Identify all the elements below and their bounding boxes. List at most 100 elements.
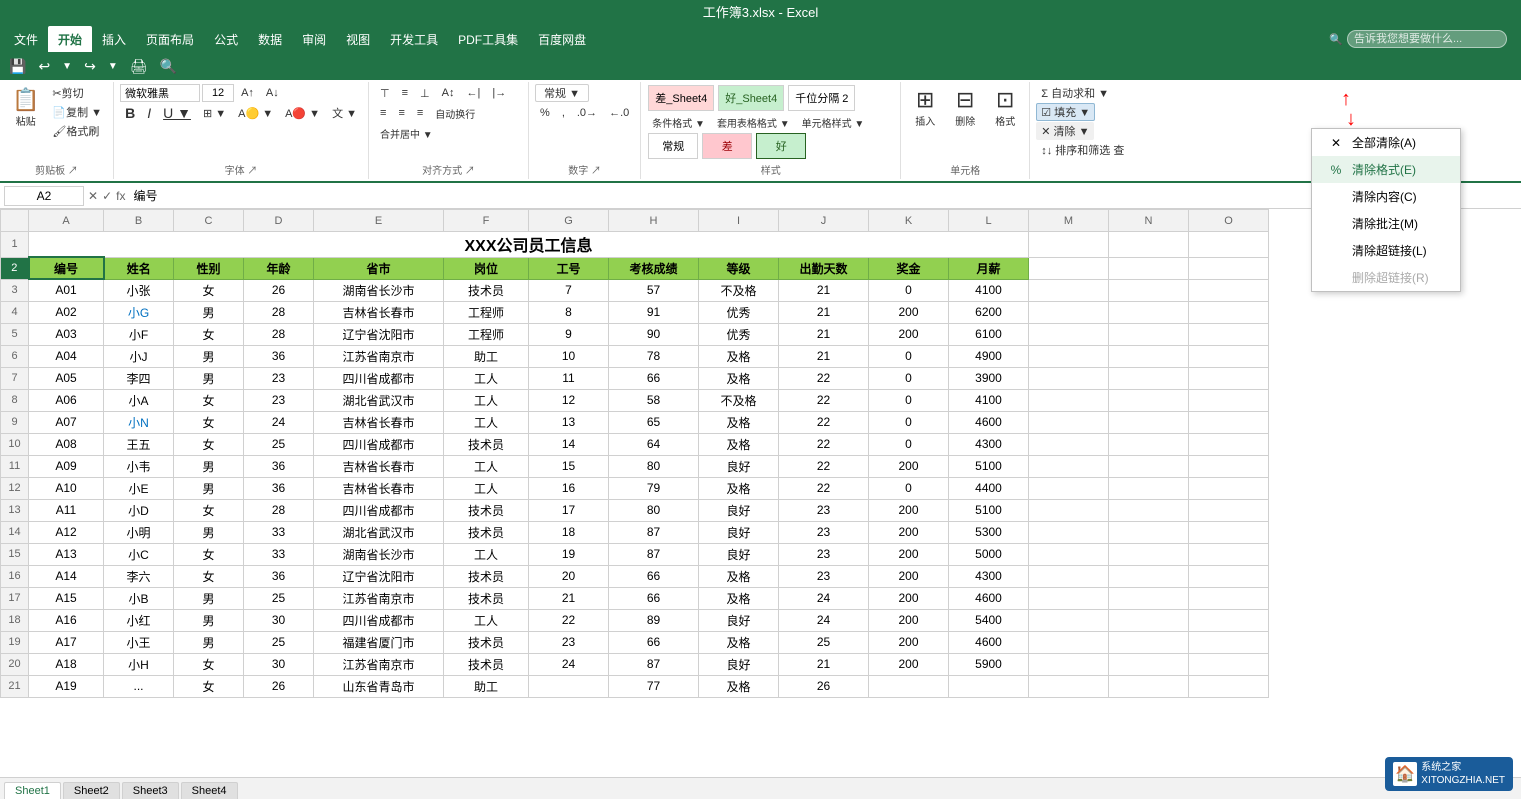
- table-cell[interactable]: 技术员: [444, 653, 529, 675]
- table-cell[interactable]: 4600: [949, 411, 1029, 433]
- table-cell[interactable]: 吉林省长春市: [314, 301, 444, 323]
- table-cell[interactable]: 77: [609, 675, 699, 697]
- print-preview-button[interactable]: 🖨: [125, 55, 153, 78]
- table-cell[interactable]: 5100: [949, 455, 1029, 477]
- table-cell[interactable]: A19: [29, 675, 104, 697]
- table-cell[interactable]: 及格: [699, 477, 779, 499]
- table-cell[interactable]: 良好: [699, 521, 779, 543]
- table-cell[interactable]: 6100: [949, 323, 1029, 345]
- table-cell[interactable]: 4300: [949, 433, 1029, 455]
- table-cell[interactable]: 65: [609, 411, 699, 433]
- font-name-input[interactable]: [120, 84, 200, 102]
- table-cell[interactable]: 87: [609, 653, 699, 675]
- table-cell[interactable]: 23: [779, 499, 869, 521]
- table-cell[interactable]: [869, 675, 949, 697]
- table-cell[interactable]: 良好: [699, 543, 779, 565]
- table-cell[interactable]: 湖北省武汉市: [314, 521, 444, 543]
- cut-button[interactable]: ✂ 剪切: [47, 84, 107, 102]
- table-cell[interactable]: 女: [174, 653, 244, 675]
- table-cell[interactable]: 女: [174, 543, 244, 565]
- table-cell[interactable]: 22: [779, 367, 869, 389]
- table-cell[interactable]: 优秀: [699, 323, 779, 345]
- table-cell[interactable]: 12: [529, 389, 609, 411]
- table-cell[interactable]: 24: [779, 609, 869, 631]
- table-cell[interactable]: 男: [174, 367, 244, 389]
- table-cell[interactable]: 22: [779, 411, 869, 433]
- table-cell[interactable]: 0: [869, 433, 949, 455]
- table-cell[interactable]: A15: [29, 587, 104, 609]
- tab-formula[interactable]: 公式: [204, 26, 248, 52]
- font-color-button[interactable]: A🔴 ▼: [280, 104, 325, 122]
- table-cell[interactable]: 湖南省长沙市: [314, 279, 444, 301]
- table-cell[interactable]: 15: [529, 455, 609, 477]
- table-cell[interactable]: 8: [529, 301, 609, 323]
- tab-developer[interactable]: 开发工具: [380, 26, 448, 52]
- clear-comments-menu-item[interactable]: 清除批注(M): [1312, 210, 1460, 237]
- fill-color-button[interactable]: A🟡 ▼: [233, 104, 278, 122]
- table-cell[interactable]: 女: [174, 565, 244, 587]
- table-cell[interactable]: 21: [529, 587, 609, 609]
- table-cell[interactable]: A02: [29, 301, 104, 323]
- table-cell[interactable]: 22: [779, 477, 869, 499]
- table-cell[interactable]: 5400: [949, 609, 1029, 631]
- header-cell-gender[interactable]: 性别: [174, 257, 244, 279]
- table-cell[interactable]: 良好: [699, 499, 779, 521]
- redo-dropdown[interactable]: ▼: [103, 58, 123, 75]
- table-cell[interactable]: 66: [609, 565, 699, 587]
- table-cell[interactable]: 小王: [104, 631, 174, 653]
- table-cell[interactable]: 四川省成都市: [314, 499, 444, 521]
- table-cell[interactable]: 4600: [949, 631, 1029, 653]
- underline-button[interactable]: U ▼: [158, 104, 196, 122]
- table-cell[interactable]: 良好: [699, 653, 779, 675]
- table-cell[interactable]: 28: [244, 323, 314, 345]
- table-cell[interactable]: 王五: [104, 433, 174, 455]
- align-left-button[interactable]: ≡: [375, 104, 391, 122]
- table-cell[interactable]: 吉林省长春市: [314, 477, 444, 499]
- table-cell[interactable]: 4400: [949, 477, 1029, 499]
- table-cell[interactable]: 江苏省南京市: [314, 345, 444, 367]
- table-cell[interactable]: 小红: [104, 609, 174, 631]
- percent-button[interactable]: %: [535, 104, 555, 122]
- table-cell[interactable]: 男: [174, 587, 244, 609]
- header-cell-salary[interactable]: 月薪: [949, 257, 1029, 279]
- table-cell[interactable]: 78: [609, 345, 699, 367]
- table-cell[interactable]: 25: [244, 631, 314, 653]
- table-cell[interactable]: A05: [29, 367, 104, 389]
- table-cell[interactable]: 男: [174, 455, 244, 477]
- table-cell[interactable]: 良好: [699, 609, 779, 631]
- table-cell[interactable]: 9: [529, 323, 609, 345]
- style-bad[interactable]: 差: [702, 133, 752, 159]
- table-cell[interactable]: 16: [529, 477, 609, 499]
- sort-filter-button[interactable]: ↕↓ 排序和筛选 查: [1036, 141, 1129, 159]
- undo-dropdown[interactable]: ▼: [57, 58, 77, 75]
- table-cell[interactable]: 技术员: [444, 499, 529, 521]
- table-cell[interactable]: 工人: [444, 543, 529, 565]
- table-cell[interactable]: 男: [174, 609, 244, 631]
- table-cell[interactable]: 33: [244, 521, 314, 543]
- table-cell[interactable]: 200: [869, 301, 949, 323]
- comma-button[interactable]: ,: [557, 104, 570, 122]
- table-cell[interactable]: 湖南省长沙市: [314, 543, 444, 565]
- table-cell[interactable]: 36: [244, 477, 314, 499]
- table-cell[interactable]: 工人: [444, 389, 529, 411]
- table-cell[interactable]: A11: [29, 499, 104, 521]
- col-header-A[interactable]: A: [29, 210, 104, 232]
- table-cell[interactable]: 工程师: [444, 301, 529, 323]
- col-header-M[interactable]: M: [1029, 210, 1109, 232]
- table-cell[interactable]: 36: [244, 345, 314, 367]
- sheet-tab-3[interactable]: Sheet3: [122, 782, 179, 799]
- number-format-dropdown[interactable]: 常规 ▼: [535, 84, 589, 102]
- col-header-L[interactable]: L: [949, 210, 1029, 232]
- table-cell[interactable]: 辽宁省沈阳市: [314, 565, 444, 587]
- table-cell[interactable]: 及格: [699, 675, 779, 697]
- header-cell-bonus[interactable]: 奖金: [869, 257, 949, 279]
- border-button[interactable]: ⊞ ▼: [198, 104, 231, 122]
- table-cell[interactable]: 24: [529, 653, 609, 675]
- table-cell[interactable]: 91: [609, 301, 699, 323]
- table-cell[interactable]: 200: [869, 521, 949, 543]
- table-cell[interactable]: 22: [779, 455, 869, 477]
- table-cell[interactable]: 小E: [104, 477, 174, 499]
- table-cell[interactable]: 0: [869, 477, 949, 499]
- header-cell-attendance[interactable]: 出勤天数: [779, 257, 869, 279]
- table-cell[interactable]: 工人: [444, 367, 529, 389]
